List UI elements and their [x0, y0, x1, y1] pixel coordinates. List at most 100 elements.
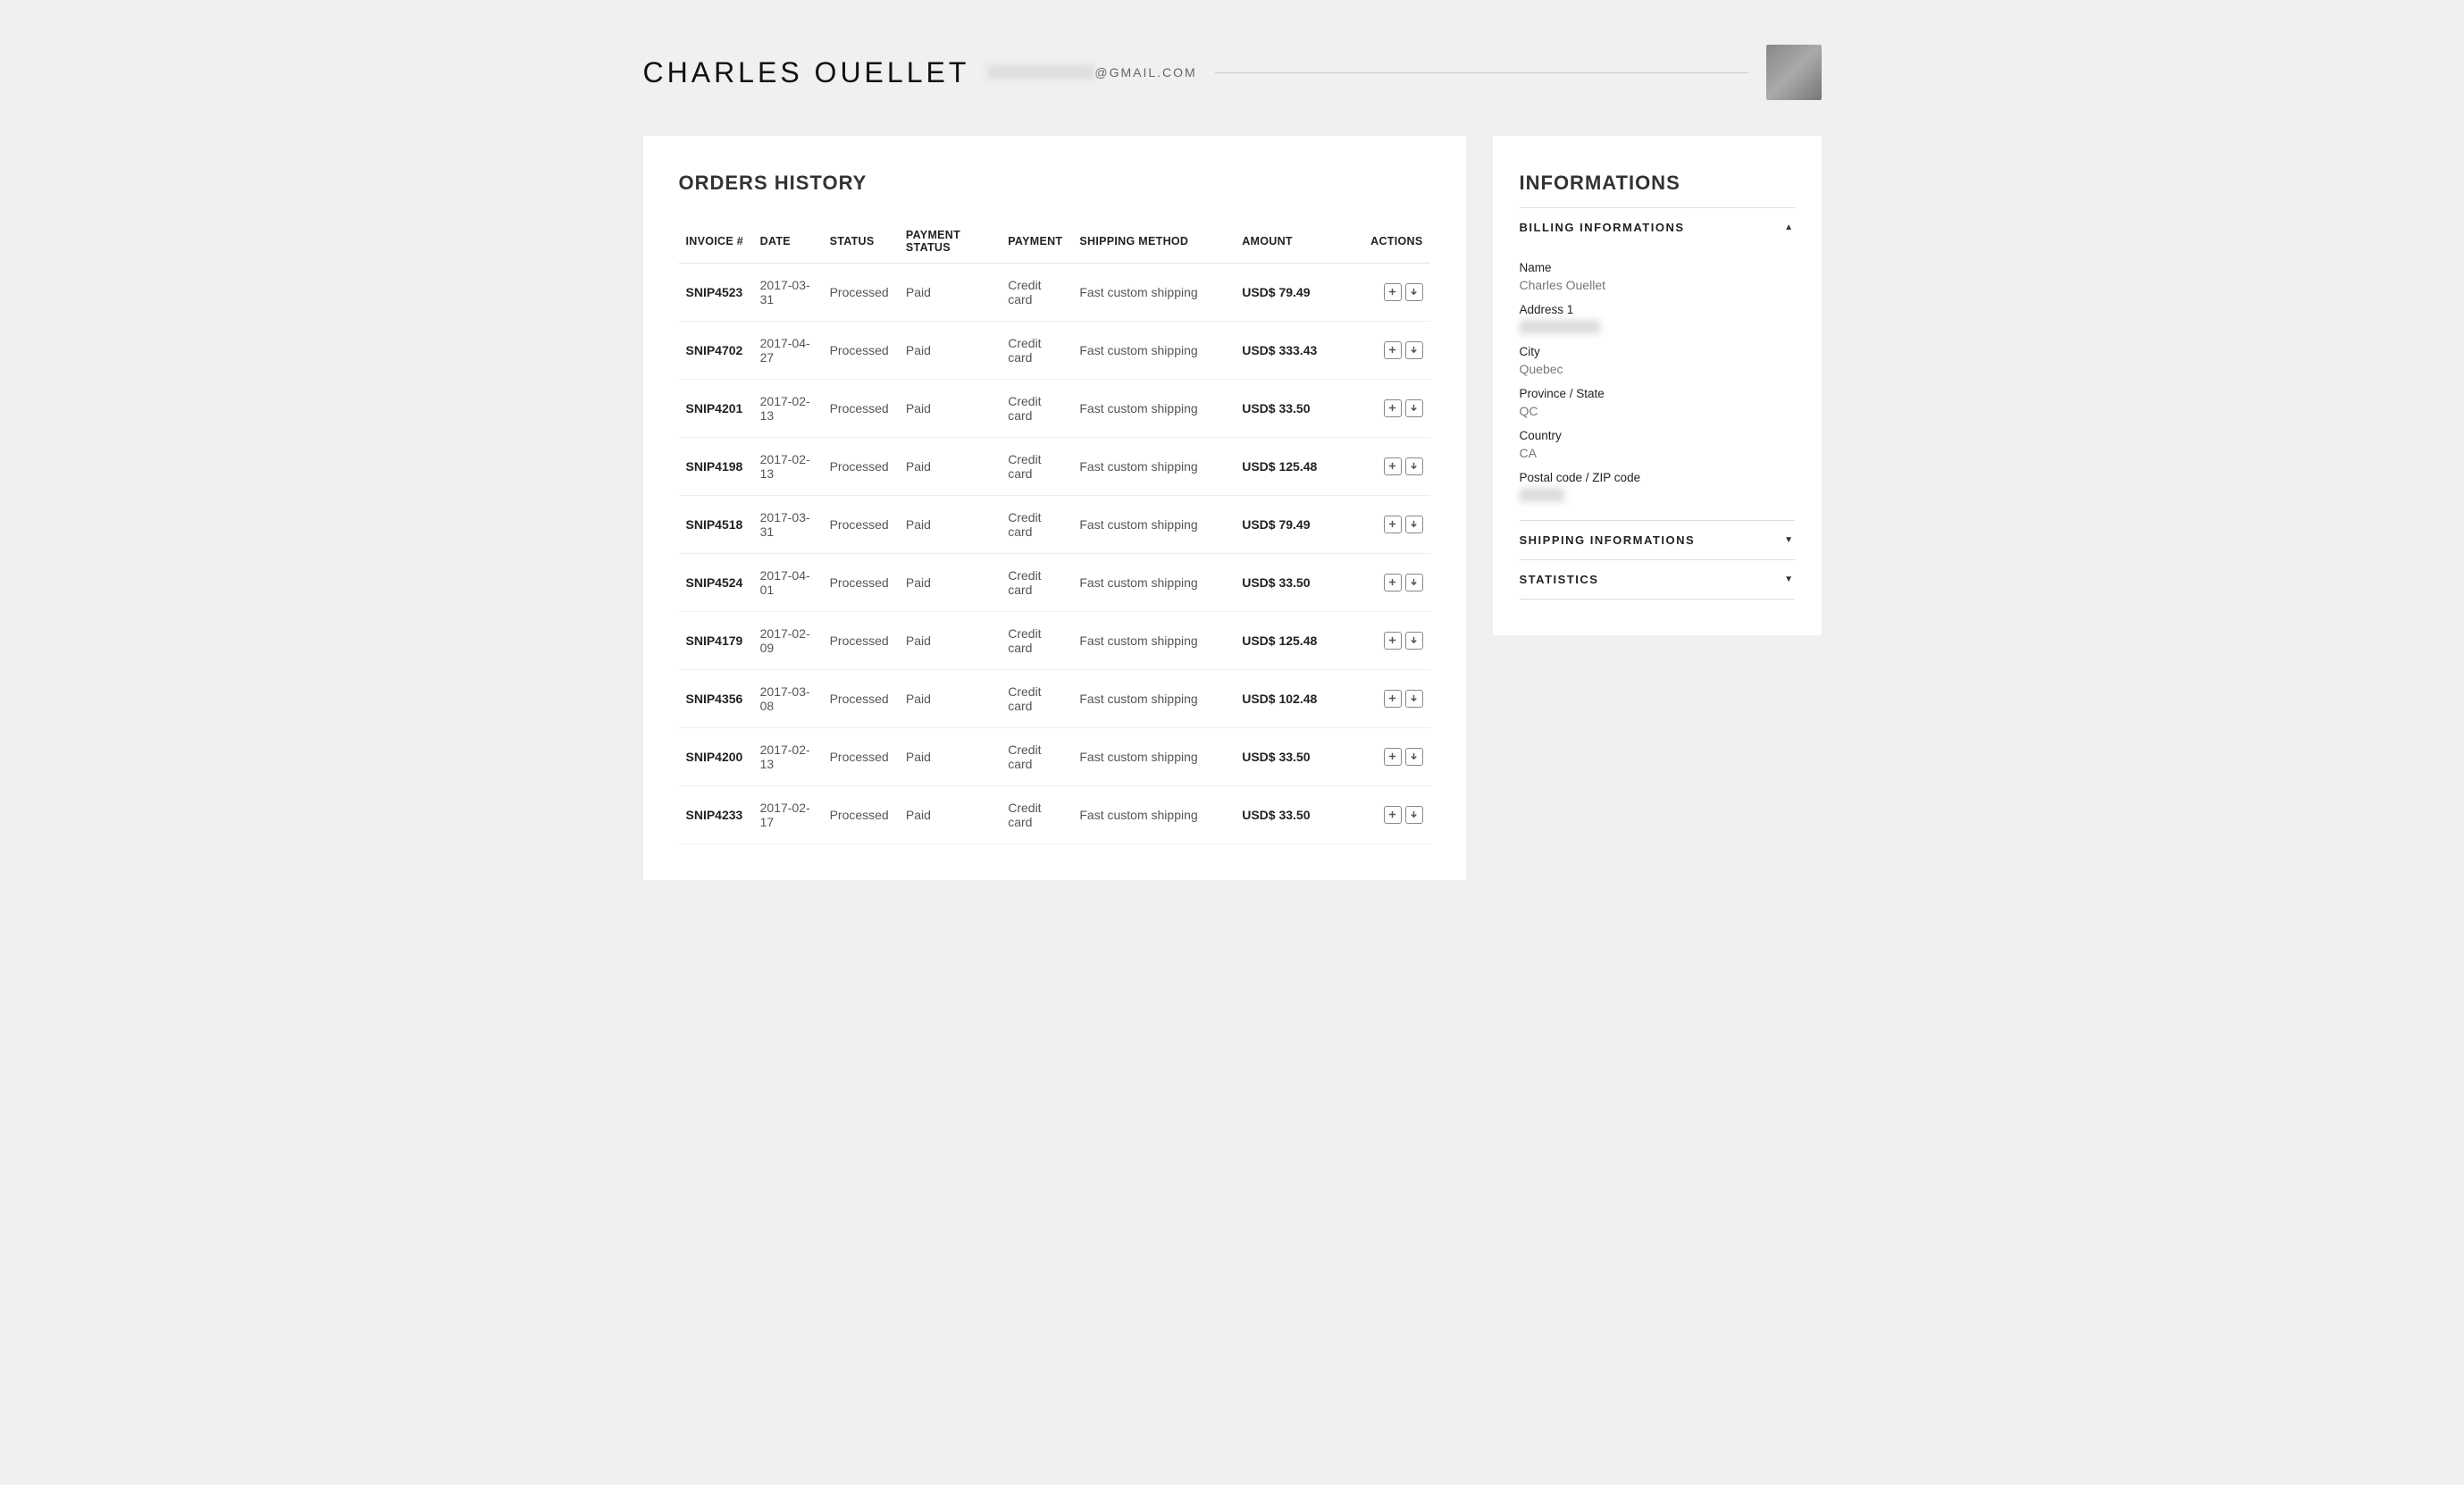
download-button[interactable] [1405, 283, 1423, 301]
expand-button[interactable] [1384, 690, 1402, 708]
postal-value: redac [1520, 488, 1795, 502]
header-divider [1215, 72, 1748, 73]
cell-actions [1361, 728, 1430, 786]
download-button[interactable] [1405, 457, 1423, 475]
cell-date: 2017-02-09 [753, 612, 823, 670]
download-icon [1409, 401, 1419, 415]
caret-up-icon: ▲ [1784, 222, 1794, 232]
plus-icon [1387, 285, 1397, 299]
cell-payment: Credit card [1001, 264, 1072, 322]
cell-date: 2017-02-13 [753, 380, 823, 438]
cell-status: Processed [823, 728, 899, 786]
download-button[interactable] [1405, 806, 1423, 824]
cell-payment-status: Paid [899, 322, 1001, 380]
table-row: SNIP41792017-02-09ProcessedPaidCredit ca… [679, 612, 1430, 670]
download-button[interactable] [1405, 341, 1423, 359]
cell-payment-status: Paid [899, 786, 1001, 844]
plus-icon [1387, 692, 1397, 706]
table-row: SNIP45232017-03-31ProcessedPaidCredit ca… [679, 264, 1430, 322]
page-header: CHARLES OUELLET xxxxxxxxxx@GMAIL.COM [643, 0, 1822, 136]
statistics-header-label: STATISTICS [1520, 573, 1599, 586]
avatar[interactable] [1766, 45, 1822, 100]
cell-status: Processed [823, 496, 899, 554]
expand-button[interactable] [1384, 806, 1402, 824]
cell-payment-status: Paid [899, 496, 1001, 554]
billing-header-label: BILLING INFORMATIONS [1520, 221, 1685, 234]
cell-invoice: SNIP4356 [679, 670, 753, 728]
plus-icon [1387, 633, 1397, 648]
cell-invoice: SNIP4198 [679, 438, 753, 496]
download-button[interactable] [1405, 574, 1423, 591]
expand-button[interactable] [1384, 574, 1402, 591]
expand-button[interactable] [1384, 748, 1402, 766]
shipping-section: SHIPPING INFORMATIONS ▼ [1520, 520, 1795, 559]
download-button[interactable] [1405, 516, 1423, 533]
cell-payment: Credit card [1001, 786, 1072, 844]
expand-button[interactable] [1384, 457, 1402, 475]
download-button[interactable] [1405, 632, 1423, 650]
col-invoice: INVOICE # [679, 220, 753, 264]
cell-shipping: Fast custom shipping [1072, 554, 1235, 612]
address1-label: Address 1 [1520, 303, 1795, 316]
plus-icon [1387, 517, 1397, 532]
cell-date: 2017-02-13 [753, 438, 823, 496]
country-label: Country [1520, 429, 1795, 442]
download-button[interactable] [1405, 399, 1423, 417]
billing-section: BILLING INFORMATIONS ▲ Name Charles Ouel… [1520, 207, 1795, 520]
table-header-row: INVOICE # DATE STATUS PAYMENT STATUS PAY… [679, 220, 1430, 264]
cell-payment-status: Paid [899, 264, 1001, 322]
cell-amount: USD$ 33.50 [1235, 786, 1360, 844]
cell-date: 2017-04-27 [753, 322, 823, 380]
cell-invoice: SNIP4524 [679, 554, 753, 612]
expand-button[interactable] [1384, 399, 1402, 417]
cell-actions [1361, 786, 1430, 844]
expand-button[interactable] [1384, 283, 1402, 301]
country-value: CA [1520, 446, 1795, 460]
cell-invoice: SNIP4201 [679, 380, 753, 438]
cell-invoice: SNIP4523 [679, 264, 753, 322]
cell-date: 2017-02-13 [753, 728, 823, 786]
expand-button[interactable] [1384, 632, 1402, 650]
billing-header[interactable]: BILLING INFORMATIONS ▲ [1520, 208, 1795, 247]
cell-shipping: Fast custom shipping [1072, 322, 1235, 380]
cell-invoice: SNIP4233 [679, 786, 753, 844]
cell-date: 2017-03-31 [753, 264, 823, 322]
cell-actions [1361, 554, 1430, 612]
cell-actions [1361, 612, 1430, 670]
cell-invoice: SNIP4179 [679, 612, 753, 670]
download-button[interactable] [1405, 690, 1423, 708]
caret-down-icon: ▼ [1784, 535, 1794, 545]
cell-date: 2017-02-17 [753, 786, 823, 844]
cell-shipping: Fast custom shipping [1072, 670, 1235, 728]
province-value: QC [1520, 404, 1795, 418]
cell-amount: USD$ 125.48 [1235, 612, 1360, 670]
statistics-header[interactable]: STATISTICS ▼ [1520, 560, 1795, 599]
download-icon [1409, 343, 1419, 357]
download-button[interactable] [1405, 748, 1423, 766]
cell-status: Processed [823, 786, 899, 844]
cell-status: Processed [823, 438, 899, 496]
cell-actions [1361, 496, 1430, 554]
plus-icon [1387, 343, 1397, 357]
download-icon [1409, 692, 1419, 706]
cell-shipping: Fast custom shipping [1072, 438, 1235, 496]
table-row: SNIP43562017-03-08ProcessedPaidCredit ca… [679, 670, 1430, 728]
cell-shipping: Fast custom shipping [1072, 786, 1235, 844]
expand-button[interactable] [1384, 516, 1402, 533]
informations-panel: INFORMATIONS BILLING INFORMATIONS ▲ Name… [1493, 136, 1822, 635]
table-row: SNIP42332017-02-17ProcessedPaidCredit ca… [679, 786, 1430, 844]
cell-payment: Credit card [1001, 554, 1072, 612]
plus-icon [1387, 808, 1397, 822]
download-icon [1409, 285, 1419, 299]
orders-history-panel: ORDERS HISTORY INVOICE # DATE STATUS PAY… [643, 136, 1466, 880]
orders-title: ORDERS HISTORY [679, 172, 1430, 195]
cell-amount: USD$ 79.49 [1235, 496, 1360, 554]
shipping-header[interactable]: SHIPPING INFORMATIONS ▼ [1520, 521, 1795, 559]
cell-payment: Credit card [1001, 322, 1072, 380]
col-amount: AMOUNT [1235, 220, 1360, 264]
expand-button[interactable] [1384, 341, 1402, 359]
cell-amount: USD$ 79.49 [1235, 264, 1360, 322]
city-value: Quebec [1520, 362, 1795, 376]
cell-invoice: SNIP4702 [679, 322, 753, 380]
col-payment: PAYMENT [1001, 220, 1072, 264]
